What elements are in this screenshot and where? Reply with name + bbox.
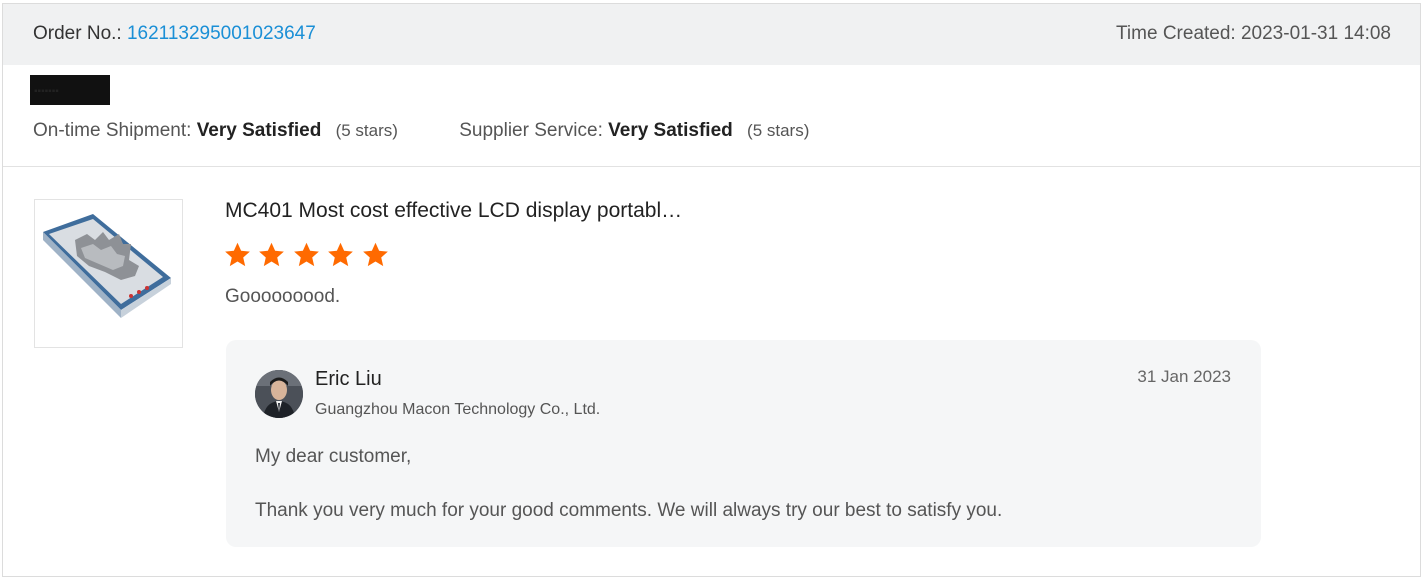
ratings-row: On-time Shipment: Very Satisfied (5 star… bbox=[33, 120, 865, 142]
review-text: Gooooooood. bbox=[225, 286, 341, 307]
reply-date: 31 Jan 2023 bbox=[1137, 367, 1231, 386]
replier-company: Guangzhou Macon Technology Co., Ltd. bbox=[315, 401, 601, 418]
product-image bbox=[43, 214, 171, 318]
time-created-value: 2023-01-31 14:08 bbox=[1240, 23, 1391, 44]
star-icon bbox=[328, 242, 354, 267]
order-number-label: Order No.: bbox=[33, 23, 122, 44]
review-card: Order No.: 162113295001023647 Time Creat… bbox=[2, 3, 1421, 577]
rating-value: Very Satisfied bbox=[196, 120, 322, 141]
time-created-label: Time Created: bbox=[1116, 23, 1236, 44]
star-icon bbox=[259, 242, 285, 267]
product-thumbnail[interactable] bbox=[34, 199, 183, 348]
rating-label: Supplier Service: bbox=[459, 120, 603, 141]
avatar-image bbox=[255, 370, 303, 418]
reply-body: Thank you very much for your good commen… bbox=[255, 500, 1003, 521]
avatar bbox=[255, 370, 303, 418]
time-created: Time Created: 2023-01-31 14:08 bbox=[1116, 23, 1391, 45]
rating-stars-count: (5 stars) bbox=[747, 121, 810, 140]
order-number: Order No.: 162113295001023647 bbox=[33, 23, 316, 45]
buyer-name-redacted: ▪▪▪▪▪▪▪ bbox=[30, 75, 110, 105]
rating-label: On-time Shipment: bbox=[33, 120, 192, 141]
star-icon bbox=[294, 242, 319, 267]
order-number-link[interactable]: 162113295001023647 bbox=[127, 23, 316, 44]
order-header: Order No.: 162113295001023647 Time Creat… bbox=[3, 4, 1420, 65]
rating-stars-count: (5 stars) bbox=[335, 121, 398, 140]
star-icon bbox=[225, 242, 250, 267]
replier-name: Eric Liu bbox=[315, 368, 382, 390]
divider bbox=[3, 166, 1420, 167]
rating-value: Very Satisfied bbox=[608, 120, 733, 141]
product-title[interactable]: MC401 Most cost effective LCD display po… bbox=[225, 199, 682, 223]
star-rating bbox=[223, 241, 391, 274]
star-icon bbox=[362, 242, 388, 267]
reply-greeting: My dear customer, bbox=[255, 446, 412, 467]
supplier-reply: Eric Liu Guangzhou Macon Technology Co.,… bbox=[226, 340, 1261, 547]
rating-ontime-shipment: On-time Shipment: Very Satisfied (5 star… bbox=[33, 120, 398, 142]
rating-supplier-service: Supplier Service: Very Satisfied (5 star… bbox=[459, 120, 809, 142]
